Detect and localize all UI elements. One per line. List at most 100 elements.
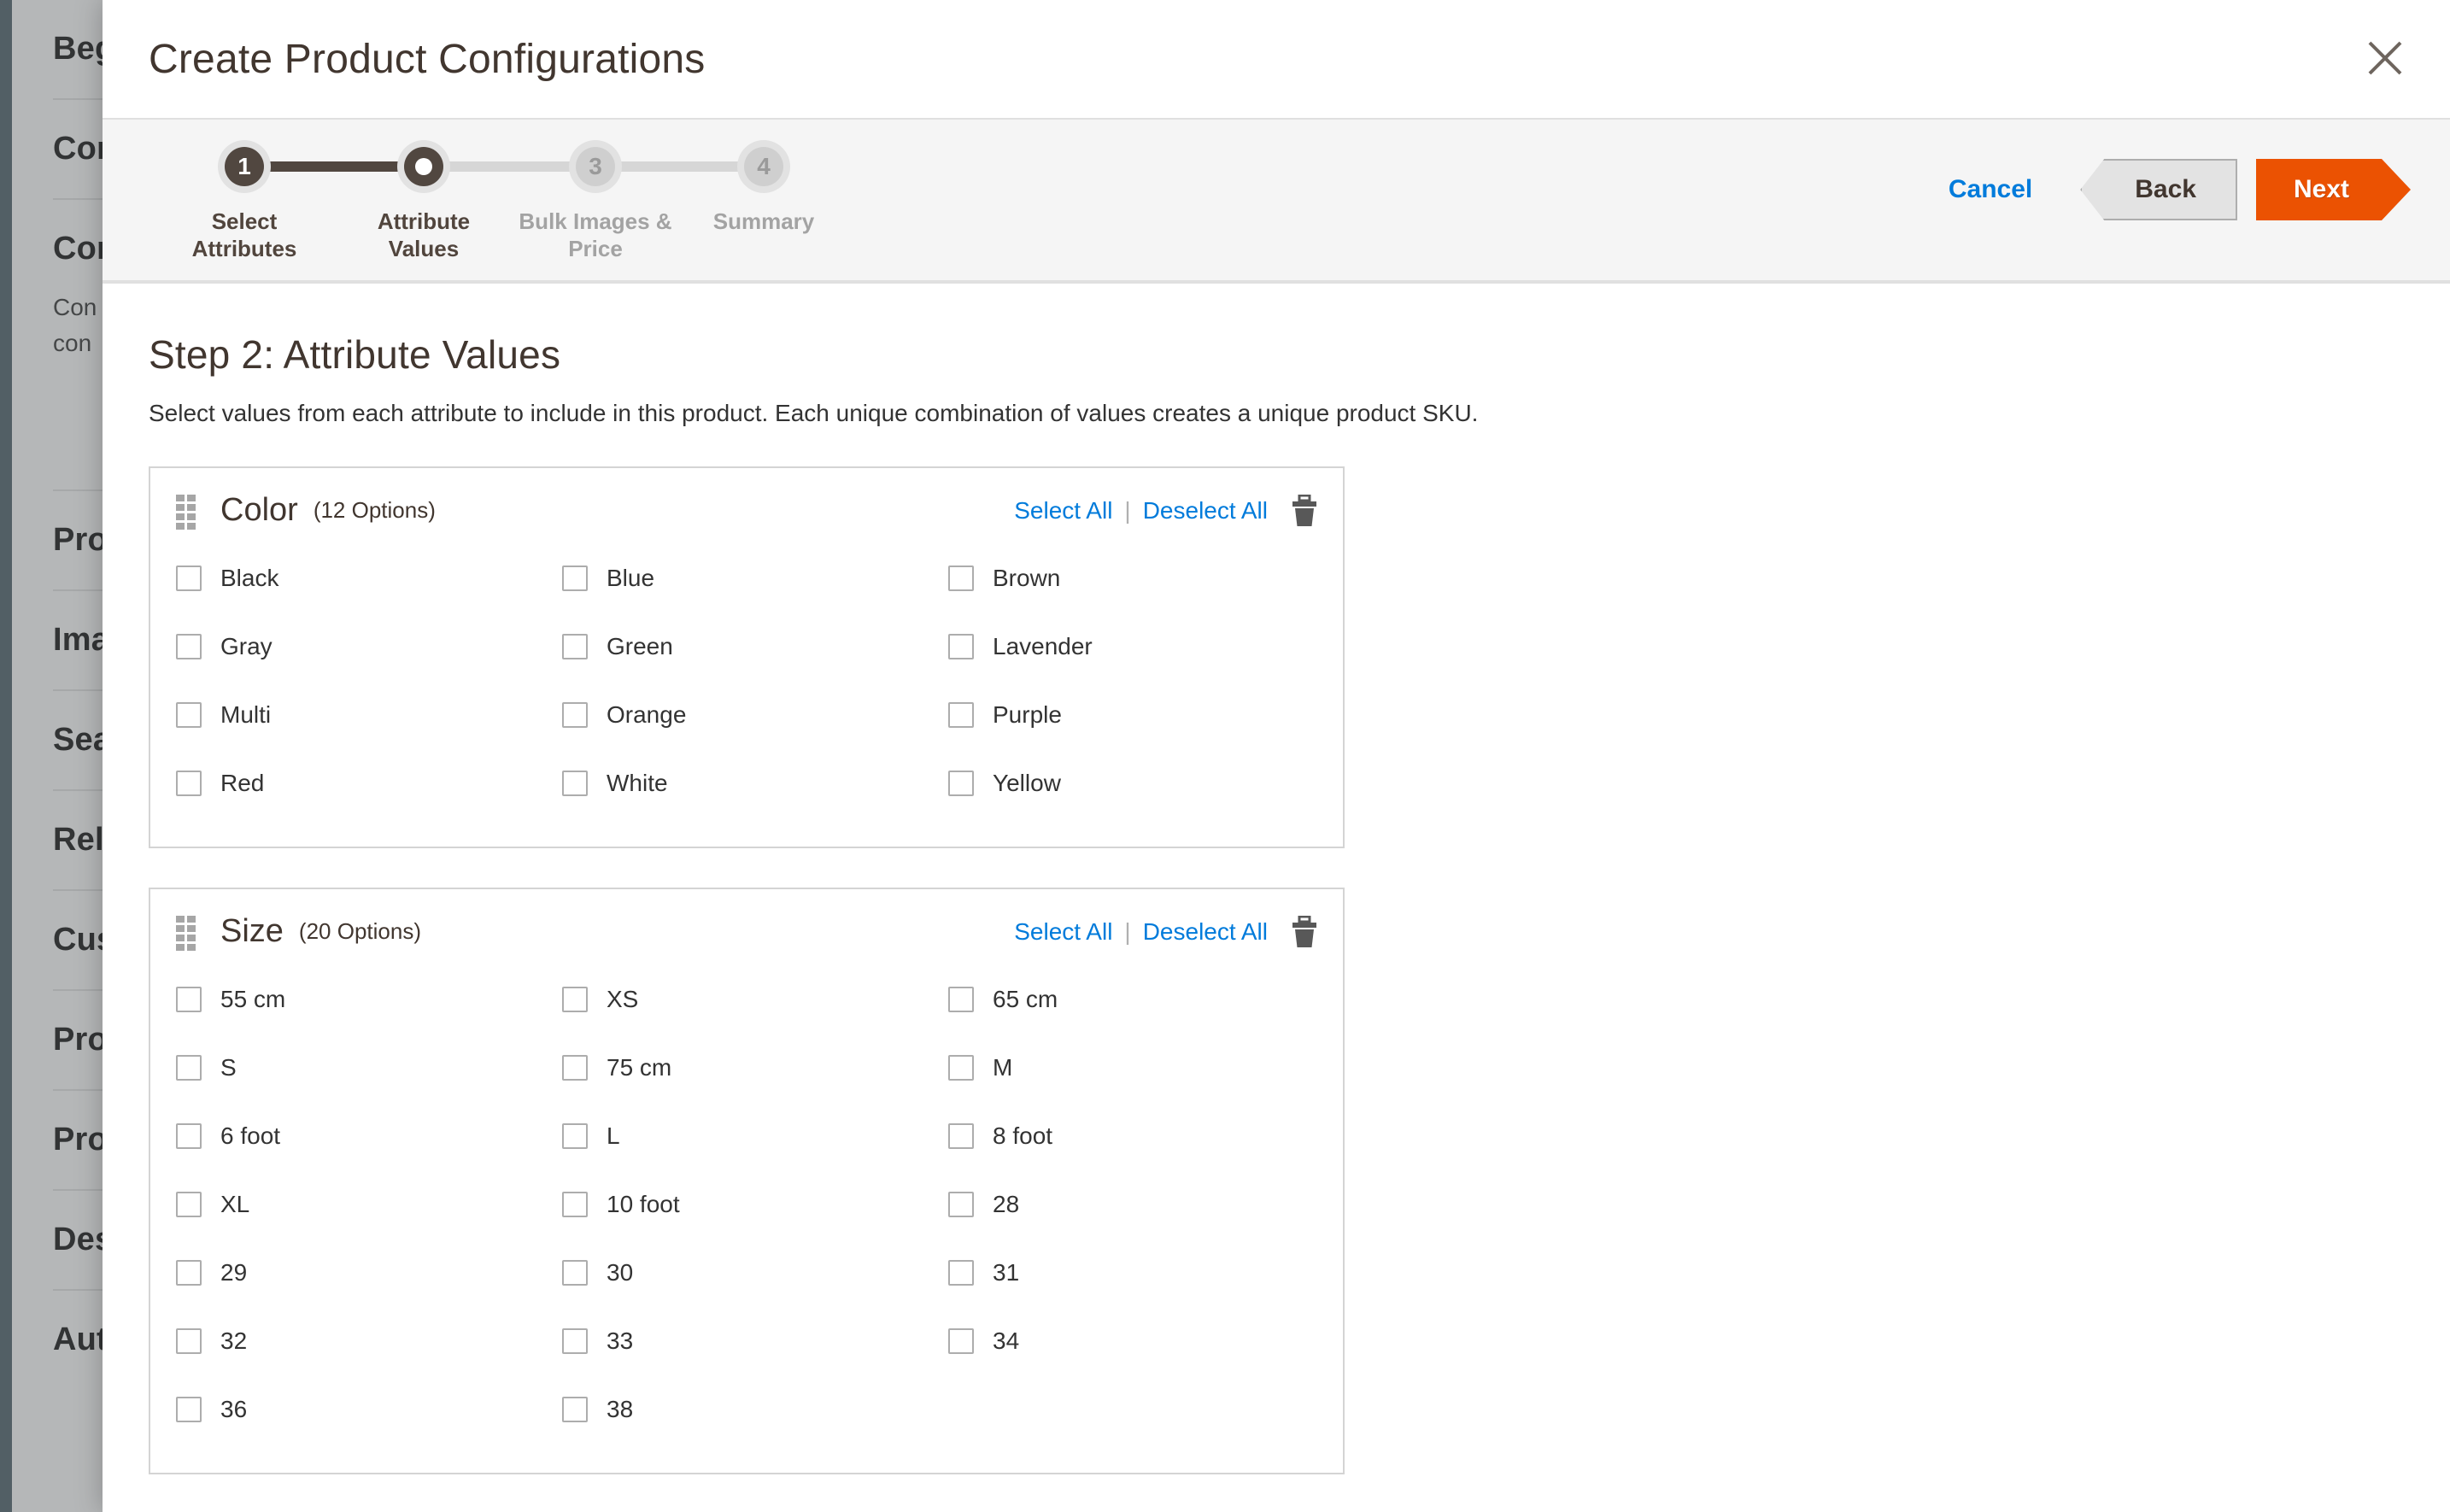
option-checkbox[interactable] [948, 987, 974, 1012]
attribute-option[interactable]: XL [176, 1170, 562, 1239]
attribute-option[interactable]: 29 [176, 1239, 562, 1307]
wizard-step-2[interactable]: 2 AttributeValues [334, 140, 513, 262]
option-label: Green [607, 633, 673, 659]
option-checkbox[interactable] [176, 634, 202, 659]
option-checkbox[interactable] [176, 702, 202, 728]
action-separator: | [1124, 496, 1131, 524]
attribute-option[interactable]: Multi [176, 681, 562, 749]
option-checkbox[interactable] [176, 1055, 202, 1081]
deselect-all-link[interactable]: Deselect All [1143, 497, 1268, 525]
trash-icon-glyph [1292, 915, 1316, 947]
wizard-step-3[interactable]: 3 Bulk Images & Price [506, 140, 685, 262]
attribute-option[interactable]: Brown [948, 544, 1334, 612]
option-checkbox[interactable] [562, 987, 588, 1012]
option-checkbox[interactable] [948, 566, 974, 591]
option-checkbox[interactable] [562, 1328, 588, 1354]
option-checkbox[interactable] [176, 1123, 202, 1149]
attribute-option[interactable]: 75 cm [562, 1034, 948, 1102]
attribute-option[interactable]: Yellow [948, 749, 1334, 818]
select-all-link[interactable]: Select All [1014, 497, 1112, 525]
cancel-button[interactable]: Cancel [1949, 175, 2032, 204]
wizard-step-1-dot-ring: 1 [218, 140, 271, 193]
attribute-option[interactable]: 34 [948, 1307, 1334, 1375]
option-checkbox[interactable] [562, 702, 588, 728]
option-checkbox[interactable] [562, 1055, 588, 1081]
attribute-option[interactable]: 28 [948, 1170, 1334, 1239]
drag-handle-icon[interactable] [176, 494, 198, 530]
attribute-option[interactable]: 55 cm [176, 965, 562, 1034]
attribute-name: Size [220, 913, 284, 949]
option-checkbox[interactable] [176, 1397, 202, 1422]
attribute-option[interactable]: 8 foot [948, 1102, 1334, 1170]
option-label: L [607, 1122, 620, 1149]
wizard-step-1[interactable]: 1 Select Attributes [155, 140, 334, 262]
deselect-all-link[interactable]: Deselect All [1143, 918, 1268, 946]
attribute-option[interactable]: Gray [176, 612, 562, 681]
attribute-card: Color (12 Options) Select All | Deselect All… [149, 466, 1345, 848]
attribute-option[interactable]: 38 [562, 1375, 948, 1444]
modal-body: Step 2: Attribute Values Select values f… [103, 284, 2450, 1512]
attribute-option[interactable]: XS [562, 965, 948, 1034]
option-checkbox[interactable] [176, 1328, 202, 1354]
option-checkbox[interactable] [562, 634, 588, 659]
attribute-option[interactable]: White [562, 749, 948, 818]
wizard-step-3-dot-ring: 3 [569, 140, 622, 193]
wizard-step-4[interactable]: 4 Summary [674, 140, 853, 236]
attribute-option[interactable]: 32 [176, 1307, 562, 1375]
attribute-option[interactable]: M [948, 1034, 1334, 1102]
attribute-option[interactable]: 10 foot [562, 1170, 948, 1239]
option-checkbox[interactable] [562, 1123, 588, 1149]
option-checkbox[interactable] [562, 1397, 588, 1422]
attribute-option[interactable]: Blue [562, 544, 948, 612]
trash-icon[interactable] [1290, 494, 1319, 527]
attribute-option[interactable]: 31 [948, 1239, 1334, 1307]
option-checkbox[interactable] [948, 1123, 974, 1149]
attribute-option[interactable]: Orange [562, 681, 948, 749]
option-checkbox[interactable] [562, 1192, 588, 1217]
attribute-option[interactable]: Black [176, 544, 562, 612]
option-checkbox[interactable] [176, 987, 202, 1012]
option-checkbox[interactable] [948, 634, 974, 659]
attribute-option[interactable]: Lavender [948, 612, 1334, 681]
option-checkbox[interactable] [948, 1055, 974, 1081]
option-label: 8 foot [993, 1122, 1053, 1149]
attribute-option[interactable]: S [176, 1034, 562, 1102]
option-label: Lavender [993, 633, 1093, 659]
option-checkbox[interactable] [948, 1192, 974, 1217]
attribute-option[interactable]: 6 foot [176, 1102, 562, 1170]
attribute-option[interactable]: 65 cm [948, 965, 1334, 1034]
trash-icon[interactable] [1290, 915, 1319, 948]
back-button[interactable]: Back [2080, 159, 2237, 220]
option-label: 28 [993, 1191, 1020, 1217]
option-label: Gray [220, 633, 273, 659]
attribute-option[interactable]: L [562, 1102, 948, 1170]
option-checkbox[interactable] [176, 771, 202, 796]
option-checkbox[interactable] [176, 1192, 202, 1217]
attribute-option[interactable]: Purple [948, 681, 1334, 749]
option-label: 75 cm [607, 1054, 672, 1081]
wizard-steps: 1 SelectAttributes 2 AttributeValues 3 B… [188, 140, 820, 268]
attribute-option[interactable]: 36 [176, 1375, 562, 1444]
option-checkbox[interactable] [176, 566, 202, 591]
wizard-step-1-label: Select Attributes [191, 208, 297, 261]
option-label: 38 [607, 1396, 634, 1422]
option-checkbox[interactable] [176, 1260, 202, 1286]
next-button[interactable]: Next [2256, 159, 2411, 220]
attribute-option[interactable]: 30 [562, 1239, 948, 1307]
option-checkbox[interactable] [562, 771, 588, 796]
option-checkbox[interactable] [562, 566, 588, 591]
wizard-step-2-number: 2 [404, 147, 443, 186]
close-icon[interactable] [2358, 31, 2412, 85]
attribute-option[interactable]: Green [562, 612, 948, 681]
option-checkbox[interactable] [948, 702, 974, 728]
wizard-step-4-number: 4 [744, 147, 783, 186]
option-label: Brown [993, 565, 1061, 591]
option-checkbox[interactable] [948, 771, 974, 796]
select-all-link[interactable]: Select All [1014, 918, 1112, 946]
drag-handle-icon[interactable] [176, 915, 198, 951]
option-checkbox[interactable] [948, 1260, 974, 1286]
option-checkbox[interactable] [562, 1260, 588, 1286]
option-checkbox[interactable] [948, 1328, 974, 1354]
attribute-option[interactable]: 33 [562, 1307, 948, 1375]
attribute-option[interactable]: Red [176, 749, 562, 818]
